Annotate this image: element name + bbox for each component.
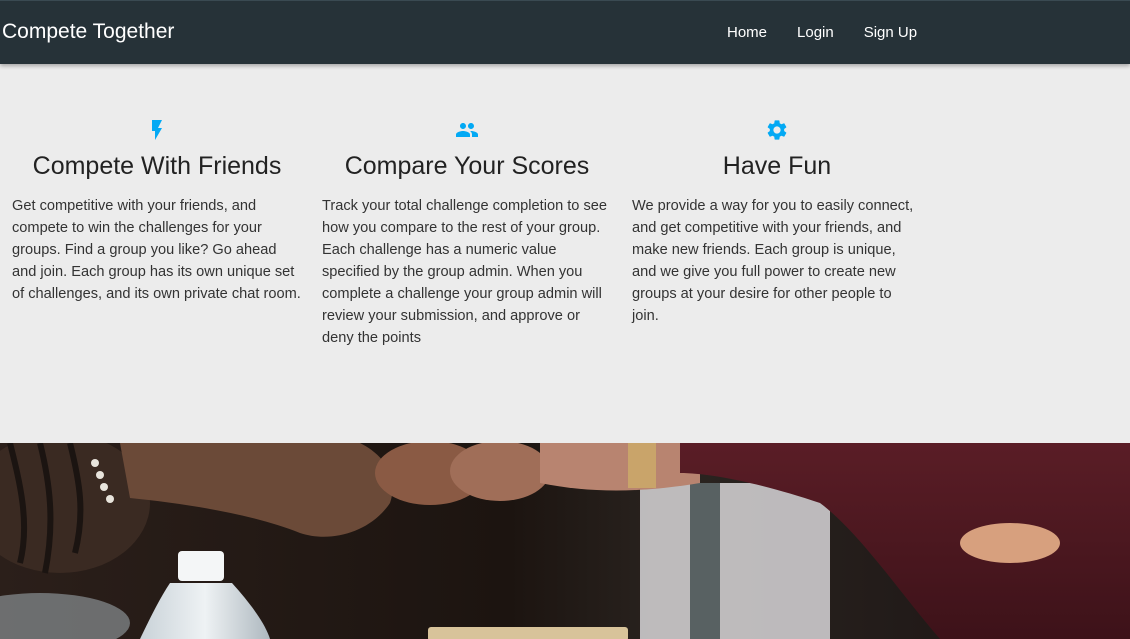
feature-text: We provide a way for you to easily conne… — [632, 198, 914, 324]
navbar: Compete Together Home Login Sign Up — [0, 0, 1130, 64]
nav-link-login[interactable]: Login — [782, 1, 849, 65]
nav-link-home[interactable]: Home — [712, 1, 782, 65]
feature-text: Track your total challenge completion to… — [322, 198, 607, 346]
hero-photo — [0, 443, 1130, 639]
brand-logo[interactable]: Compete Together — [2, 20, 174, 44]
feature-title: Compete With Friends — [32, 152, 282, 180]
nav-links: Home Login Sign Up — [712, 1, 932, 65]
gear-icon — [632, 118, 922, 142]
feature-title: Have Fun — [722, 152, 832, 180]
nav-link-sign-up[interactable]: Sign Up — [849, 1, 932, 65]
feature-title: Compare Your Scores — [344, 152, 590, 180]
lightning-bolt-icon — [12, 118, 302, 142]
people-icon — [322, 118, 612, 142]
features-section: Compete With Friends Get competitive wit… — [0, 64, 1130, 443]
feature-text: Get competitive with your friends, and c… — [12, 198, 301, 302]
